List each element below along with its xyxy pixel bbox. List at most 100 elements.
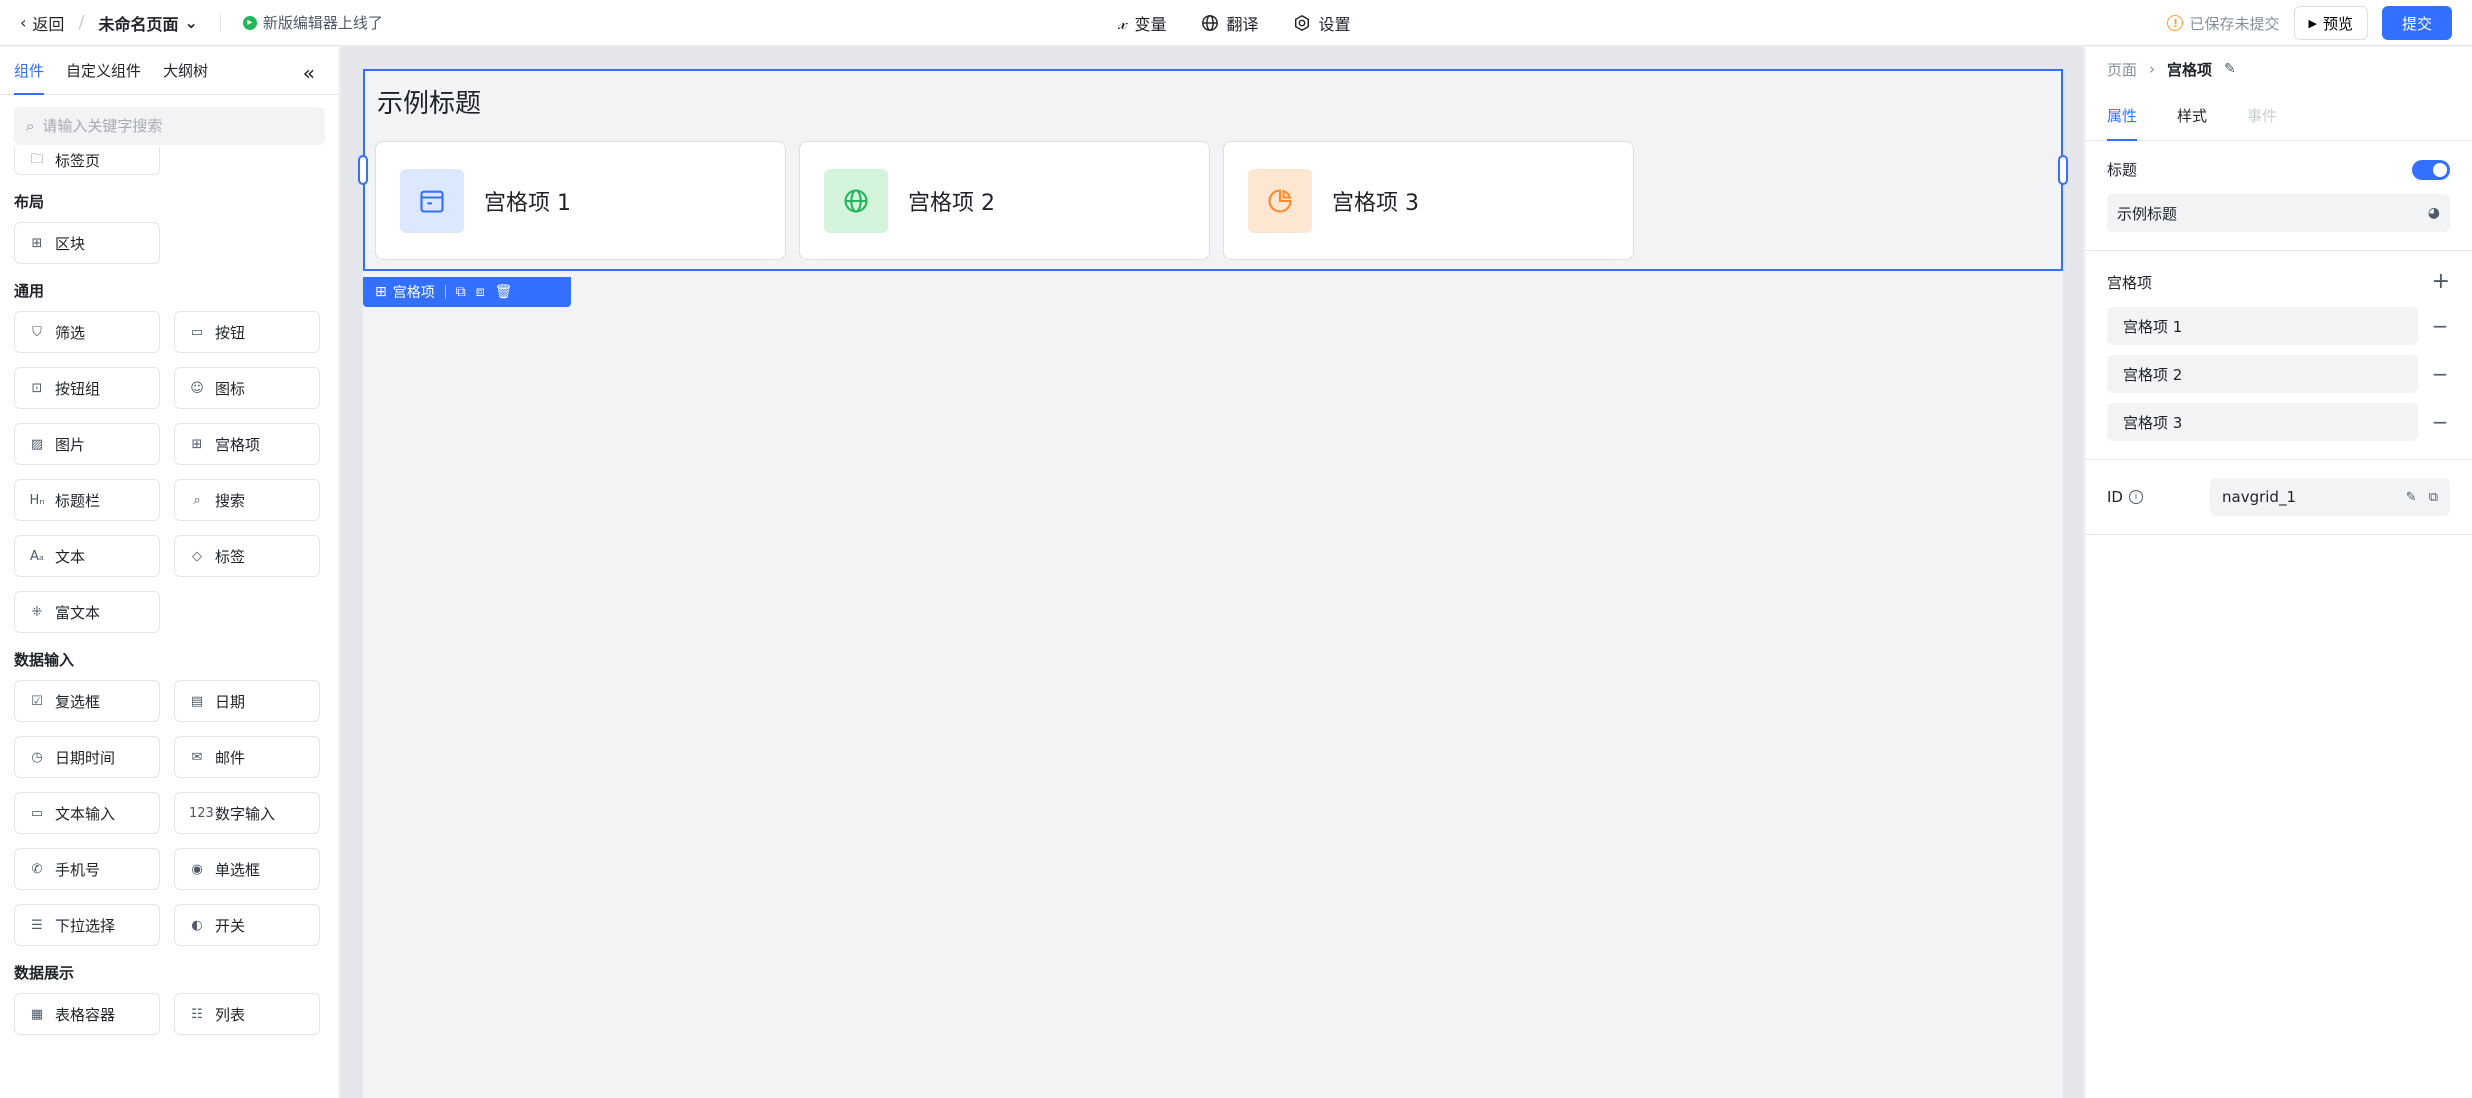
copy-icon[interactable]: ⧉ — [2429, 490, 2438, 505]
component-icon: ◉ — [191, 861, 203, 877]
canvas-stage[interactable]: 示例标题 宫格项 1 宫格项 2 宫格项 3 ⊞ 宫格项 ⧉ ⧈ 🗑 — [358, 69, 2068, 1098]
palette-icon[interactable]: ◕ — [2428, 205, 2440, 221]
component-label: 搜索 — [215, 491, 246, 510]
grid-icon: ⊞ — [375, 284, 387, 300]
edit-icon[interactable]: ✎ — [2224, 61, 2236, 77]
title-toggle-row: 标题 — [2107, 159, 2450, 180]
component-item[interactable]: ☷ 列表 — [174, 993, 320, 1035]
component-item[interactable]: ▤ 日期 — [174, 680, 320, 722]
component-item[interactable]: ☑ 复选框 — [14, 680, 160, 722]
duplicate-icon[interactable]: ⧈ — [476, 284, 485, 300]
calendar-icon — [420, 190, 444, 213]
component-item[interactable]: ⊡ 按钮组 — [14, 367, 160, 409]
copy-icon[interactable]: ⧉ — [456, 284, 466, 300]
delete-icon[interactable]: 🗑 — [495, 284, 513, 300]
tab-custom-components[interactable]: 自定义组件 — [66, 47, 141, 95]
component-item[interactable]: Aₐ 文本 — [14, 535, 160, 577]
edit-icon[interactable]: ✎ — [2406, 490, 2417, 505]
tab-outline-tree[interactable]: 大纲树 — [163, 47, 208, 95]
component-item[interactable]: Hₙ 标题栏 — [14, 479, 160, 521]
component-label: 标题栏 — [55, 491, 101, 510]
id-tools: ✎ ⧉ — [2406, 490, 2438, 505]
component-label: 图标 — [215, 379, 246, 398]
component-item[interactable]: ▨ 图片 — [14, 423, 160, 465]
component-item[interactable]: ◷ 日期时间 — [14, 736, 160, 778]
grid-item-pill[interactable]: 宫格项 3 — [2107, 403, 2418, 441]
component-icon: ▨ — [30, 436, 44, 452]
component-label: 复选框 — [55, 692, 101, 711]
info-icon[interactable]: i — [2128, 490, 2143, 504]
component-icon: ◷ — [31, 749, 43, 765]
variables-button[interactable]: 𝓍 变量 — [1118, 11, 1167, 35]
component-item[interactable]: ▦ 表格容器 — [14, 993, 160, 1035]
grid-items-section: 宫格项 + 宫格项 1 − 宫格项 2 − 宫格项 3 − — [2085, 251, 2472, 460]
tab-styles[interactable]: 样式 — [2177, 91, 2207, 141]
component-panel-tabs: 组件 自定义组件 大纲树 « — [0, 47, 339, 95]
top-bar-right: ! 已保存未提交 ▶ 预览 提交 — [2167, 0, 2452, 46]
component-icon: Aₐ — [30, 548, 44, 564]
component-item[interactable]: ⌕ 搜索 — [174, 479, 320, 521]
component-item[interactable]: ⊞ 宫格项 — [174, 423, 320, 465]
tab-events[interactable]: 事件 — [2247, 91, 2277, 141]
nav-grid-item-3[interactable]: 宫格项 3 — [1223, 141, 1634, 260]
component-item[interactable]: 🗀 标签页 — [14, 147, 160, 175]
resize-handle-right[interactable] — [2058, 155, 2068, 185]
component-item[interactable]: ✆ 手机号 — [14, 848, 160, 890]
remove-item-button[interactable]: − — [2430, 410, 2450, 434]
breadcrumb-page[interactable]: 页面 — [2107, 59, 2137, 80]
pie-chart-icon — [1268, 188, 1292, 213]
nav-grid-component[interactable]: 示例标题 宫格项 1 宫格项 2 宫格项 3 — [358, 69, 2068, 271]
preview-button[interactable]: ▶ 预览 — [2293, 6, 2368, 40]
component-item[interactable]: ✉ 邮件 — [174, 736, 320, 778]
title-label: 标题 — [2107, 161, 2138, 179]
component-item[interactable]: ☰ 下拉选择 — [14, 904, 160, 946]
component-item[interactable]: ▭ 文本输入 — [14, 792, 160, 834]
grid-item-pill[interactable]: 宫格项 2 — [2107, 355, 2418, 393]
add-item-button[interactable]: + — [2432, 271, 2450, 293]
remove-item-button[interactable]: − — [2430, 362, 2450, 386]
toolbar-separator — [444, 285, 446, 299]
collapse-panel-icon[interactable]: « — [303, 61, 315, 85]
translate-button[interactable]: 翻译 — [1201, 11, 1259, 35]
page-name-dropdown[interactable]: 未命名页面 ⌄ — [99, 11, 198, 35]
component-item[interactable]: ☺ 图标 — [174, 367, 320, 409]
component-item[interactable]: ▭ 按钮 — [174, 311, 320, 353]
component-item[interactable]: ◉ 单选框 — [174, 848, 320, 890]
id-row: ID i navgrid_1 ✎ ⧉ — [2107, 478, 2450, 516]
grid-item-row: 宫格项 1 − — [2107, 307, 2450, 345]
tab-components[interactable]: 组件 — [14, 47, 45, 95]
title-toggle[interactable] — [2412, 159, 2450, 180]
component-icon: ◐ — [191, 917, 203, 933]
id-field: navgrid_1 ✎ ⧉ — [2210, 478, 2450, 516]
remove-item-button[interactable]: − — [2430, 314, 2450, 338]
nav-grid-item-1[interactable]: 宫格项 1 — [375, 141, 786, 260]
grid-item-label: 宫格项 1 — [484, 190, 571, 216]
component-icon: ☑ — [31, 693, 43, 709]
resize-handle-left[interactable] — [358, 155, 368, 185]
component-item[interactable]: ⁜ 富文本 — [14, 591, 160, 633]
component-label: 按钮 — [215, 323, 246, 342]
component-item[interactable]: ◐ 开关 — [174, 904, 320, 946]
title-input[interactable] — [2117, 204, 2397, 222]
submit-button[interactable]: 提交 — [2381, 6, 2452, 40]
breadcrumb-separator: / — [78, 12, 85, 33]
grid-item-pill[interactable]: 宫格项 1 — [2107, 307, 2418, 345]
component-label: 标签 — [215, 547, 246, 566]
component-type-badge[interactable]: ⊞ 宫格项 — [375, 282, 435, 302]
back-button[interactable]: ‹ 返回 — [20, 11, 64, 35]
component-search-input[interactable] — [42, 117, 303, 135]
preview-label: 预览 — [2322, 15, 2353, 33]
title-section: 标题 ◕ — [2085, 141, 2472, 251]
nav-grid-item-2[interactable]: 宫格项 2 — [799, 141, 1210, 260]
title-input-wrapper: ◕ — [2107, 194, 2450, 232]
top-bar: ‹ 返回 / 未命名页面 ⌄ ▸ 新版编辑器上线了 𝓍 变量 翻译 设置 ! 已… — [0, 0, 2472, 46]
new-editor-notice[interactable]: ▸ 新版编辑器上线了 — [242, 12, 383, 33]
component-item[interactable]: ⊞ 区块 — [14, 222, 160, 264]
component-item[interactable]: 123 数字输入 — [174, 792, 320, 834]
component-label: 单选框 — [215, 860, 261, 879]
settings-button[interactable]: 设置 — [1293, 11, 1351, 35]
component-item[interactable]: ⛉ 筛选 — [14, 311, 160, 353]
id-value[interactable]: navgrid_1 — [2222, 488, 2296, 506]
tab-properties[interactable]: 属性 — [2107, 91, 2138, 141]
component-item[interactable]: ◇ 标签 — [174, 535, 320, 577]
